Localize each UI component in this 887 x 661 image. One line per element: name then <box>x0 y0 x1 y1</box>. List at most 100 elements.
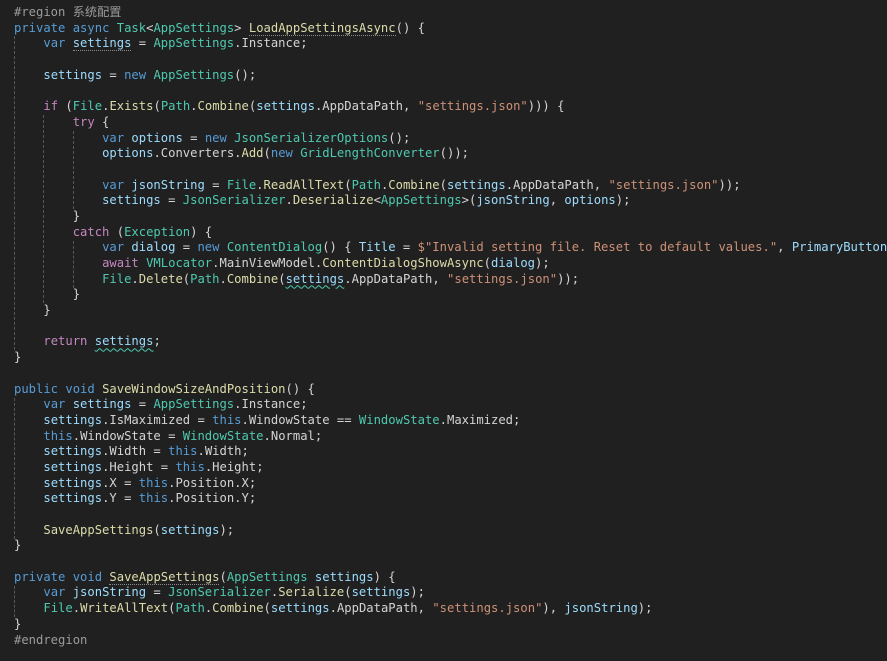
code-token-plain: Instance <box>241 36 301 51</box>
code-token-plain: X <box>241 475 249 490</box>
code-token-pun: = <box>102 67 125 82</box>
code-line[interactable]: } <box>0 303 887 319</box>
code-token-kw: new <box>204 130 227 145</box>
code-line[interactable]: public void SaveWindowSizeAndPosition() … <box>0 382 887 398</box>
code-token-type: AppSettings <box>153 67 235 82</box>
code-token-plain: Y <box>109 491 117 506</box>
code-line[interactable]: } <box>0 350 887 366</box>
code-line[interactable]: } <box>0 287 887 303</box>
code-token-pun: } <box>43 303 51 318</box>
code-line[interactable]: var settings = AppSettings.Instance; <box>0 36 887 52</box>
code-token-var: settings <box>43 67 103 82</box>
code-line[interactable]: ​ <box>0 554 887 570</box>
code-token-kw: public <box>14 381 59 396</box>
code-line[interactable]: options.Converters.Add(new GridLengthCon… <box>0 146 887 162</box>
code-line[interactable]: #endregion <box>0 633 887 649</box>
code-line[interactable]: settings.Height = this.Height; <box>0 460 887 476</box>
code-token-var: dialog <box>131 240 176 255</box>
code-line[interactable]: return settings; <box>0 334 887 350</box>
code-token-pun: . <box>234 475 242 490</box>
code-token-type: Path <box>175 601 205 616</box>
code-token-fn: LoadAppSettingsAsync <box>248 20 396 36</box>
code-line[interactable]: private void SaveAppSettings(AppSettings… <box>0 569 887 586</box>
code-token-pun: . <box>234 397 242 412</box>
code-line[interactable]: if (File.Exists(Path.Combine(settings.Ap… <box>0 99 887 115</box>
code-line[interactable]: SaveAppSettings(settings); <box>0 523 887 539</box>
code-token-fn: ContentDialogShowAsync <box>322 256 484 270</box>
code-token-fn: SaveWindowSizeAndPosition <box>102 381 286 396</box>
code-token-type: JsonSerializer <box>168 585 271 600</box>
code-line[interactable]: var settings = AppSettings.Instance; <box>0 397 887 413</box>
code-token-pun: . <box>234 36 242 51</box>
code-line[interactable]: ​ <box>0 162 887 178</box>
code-token-pun: ) { <box>373 569 396 584</box>
code-line[interactable]: } <box>0 538 887 554</box>
code-line[interactable]: settings.IsMaximized = this.WindowState … <box>0 413 887 429</box>
code-token-pun: ( <box>58 99 73 114</box>
code-token-pun: . <box>234 491 242 506</box>
code-token-pun: ( <box>344 585 352 600</box>
code-line[interactable]: var jsonString = File.ReadAllText(Path.C… <box>0 178 887 194</box>
code-token-plain: Width <box>109 444 147 459</box>
code-token-var: jsonString <box>72 585 147 600</box>
code-line[interactable]: settings.Width = this.Width; <box>0 444 887 460</box>
code-token-kw: this <box>43 428 73 443</box>
code-line[interactable]: ​ <box>0 52 887 68</box>
code-line[interactable]: settings = JsonSerializer.Deserialize<Ap… <box>0 193 887 209</box>
code-token-var: jsonString <box>564 601 638 616</box>
code-line[interactable]: ​ <box>0 319 887 335</box>
code-token-pun: } <box>72 208 81 223</box>
code-line[interactable]: } <box>0 209 887 225</box>
code-line[interactable]: settings.Y = this.Position.Y; <box>0 491 887 507</box>
code-token-plain: Maximized <box>446 412 514 427</box>
code-token-type: AppSettings <box>153 36 235 51</box>
code-token-pun: > <box>234 20 249 35</box>
code-line[interactable]: var options = new JsonSerializerOptions(… <box>0 131 887 147</box>
code-token-pun: . <box>219 271 227 286</box>
code-line[interactable]: await VMLocator.MainViewModel.ContentDia… <box>0 256 887 272</box>
code-line[interactable]: ​ <box>0 366 887 382</box>
code-line[interactable]: settings = new AppSettings(); <box>0 68 887 84</box>
code-line[interactable]: } <box>0 617 887 633</box>
code-line[interactable]: ​ <box>0 83 887 99</box>
code-line[interactable]: var dialog = new ContentDialog() { Title… <box>0 240 887 256</box>
code-token-plain: Normal <box>270 428 315 443</box>
code-editor-surface[interactable]: #region 系统配置 private async Task<AppSettin… <box>0 0 887 661</box>
code-token-plain: Instance <box>241 397 301 412</box>
code-line[interactable]: this.WindowState = WindowState.Normal; <box>0 429 887 445</box>
code-line[interactable]: private async Task<AppSettings> LoadAppS… <box>0 20 887 37</box>
code-token-type: WindowState <box>182 428 264 443</box>
code-line[interactable]: ​ <box>0 507 887 523</box>
code-line[interactable]: var jsonString = JsonSerializer.Serializ… <box>0 585 887 601</box>
code-content-area[interactable]: #region 系统配置 private async Task<AppSettin… <box>0 0 887 648</box>
code-line[interactable]: settings.X = this.Position.X; <box>0 476 887 492</box>
code-token-pun: } <box>72 287 81 302</box>
code-token-pun: ( <box>344 177 352 192</box>
code-token-var: settings <box>43 475 103 490</box>
code-token-type: JsonSerializer <box>182 193 286 208</box>
code-line[interactable]: File.WriteAllText(Path.Combine(settings.… <box>0 601 887 617</box>
code-token-pun: ; <box>314 428 323 443</box>
code-token-fn: Serialize <box>278 585 345 600</box>
code-token-pun: ); <box>410 585 425 600</box>
code-token-ctl: return <box>43 334 88 349</box>
code-line[interactable]: #region 系统配置 <box>0 5 887 21</box>
code-token-pun: ; <box>256 459 264 474</box>
code-token-pun: . <box>234 146 242 161</box>
code-line[interactable]: File.Delete(Path.Combine(settings.AppDat… <box>0 272 887 288</box>
code-token-var: settings <box>270 601 330 616</box>
code-token-var: settings <box>43 412 103 427</box>
code-line[interactable]: catch (Exception) { <box>0 225 887 241</box>
code-line[interactable]: try { <box>0 115 887 131</box>
